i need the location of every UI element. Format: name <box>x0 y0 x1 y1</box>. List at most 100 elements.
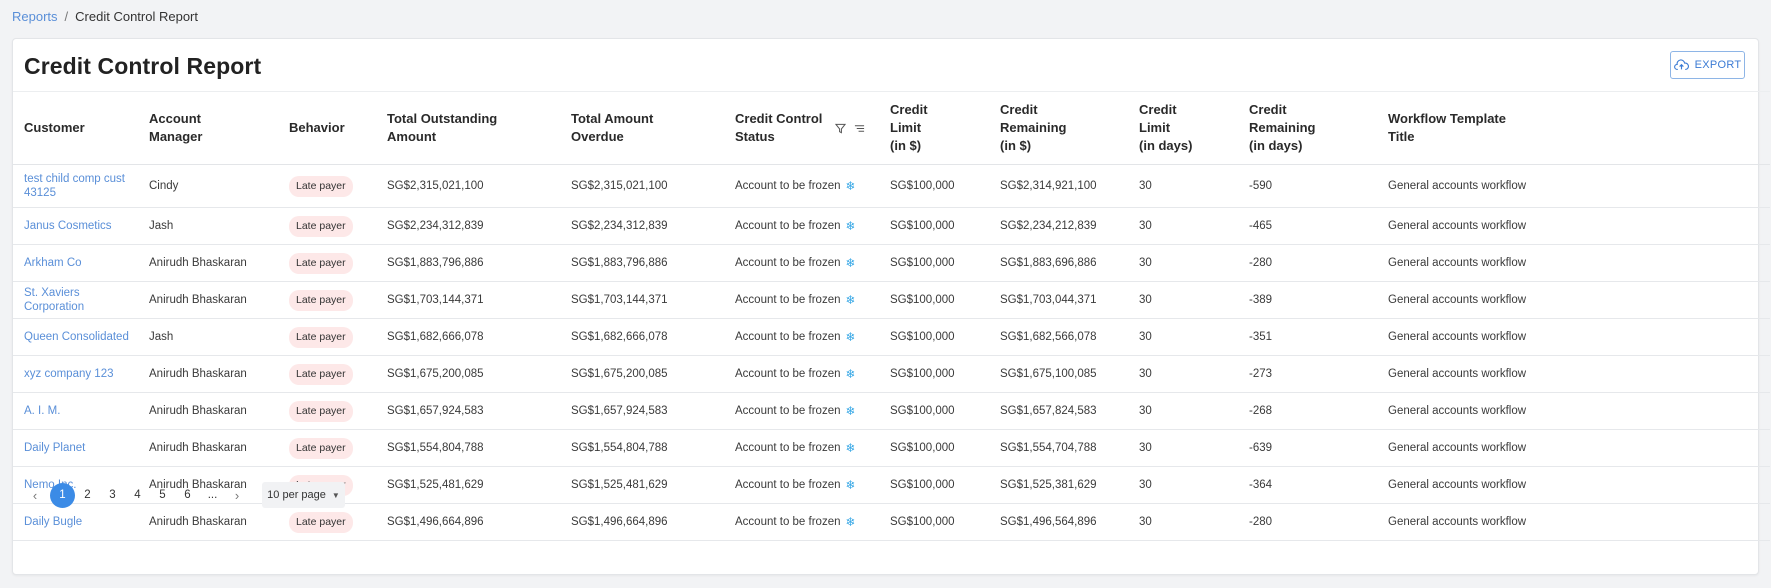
cell-credit-remaining: SG$1,525,381,629 <box>989 466 1128 504</box>
page-title: Credit Control Report <box>24 53 262 79</box>
customer-link[interactable]: Queen Consolidated <box>24 331 129 343</box>
export-button[interactable]: EXPORT <box>1670 51 1745 79</box>
cell-credit-remaining: SG$1,496,564,896 <box>989 503 1128 541</box>
cell-behavior: Late payer <box>278 318 376 356</box>
cell-credit-limit: SG$100,000 <box>879 207 989 245</box>
filter-icon[interactable] <box>835 123 846 134</box>
cell-total-outstanding: SG$2,315,021,100 <box>376 164 560 208</box>
cell-customer: test child comp cust 43125 <box>13 164 138 208</box>
cell-customer: Janus Cosmetics <box>13 207 138 245</box>
cell-credit-control-status: Account to be frozen ❄ <box>724 244 879 282</box>
cell-credit-remaining-days: -364 <box>1238 466 1377 504</box>
cell-credit-limit-days: 30 <box>1128 429 1238 467</box>
chevron-left-icon[interactable]: ‹ <box>23 483 47 507</box>
page-number-6[interactable]: 6 <box>175 483 200 508</box>
cell-credit-limit: SG$100,000 <box>879 244 989 282</box>
cell-total-overdue: SG$1,703,144,371 <box>560 281 724 319</box>
behavior-badge: Late payer <box>289 326 353 348</box>
cell-credit-limit-days: 30 <box>1128 355 1238 393</box>
snowflake-icon: ❄ <box>845 256 856 270</box>
header-total-overdue[interactable]: Total Amount Overdue <box>560 91 724 165</box>
cell-credit-limit-days: 30 <box>1128 318 1238 356</box>
page-number-3[interactable]: 3 <box>100 483 125 508</box>
table-row[interactable]: Arkham Co Anirudh Bhaskaran Late payer SG$1… <box>13 244 1770 282</box>
table-row[interactable]: A. I. M. Anirudh Bhaskaran Late payer SG$1,… <box>13 392 1770 430</box>
cell-account-manager: Anirudh Bhaskaran <box>138 429 278 467</box>
customer-link[interactable]: test child comp cust 43125 <box>24 173 125 199</box>
cell-credit-limit: SG$100,000 <box>879 429 989 467</box>
cell-total-outstanding: SG$1,496,664,896 <box>376 503 560 541</box>
chevron-right-icon[interactable]: › <box>225 483 249 507</box>
cell-total-overdue: SG$1,525,481,629 <box>560 466 724 504</box>
cell-total-overdue: SG$1,657,924,583 <box>560 392 724 430</box>
breadcrumb: Reports / Credit Control Report <box>12 9 198 25</box>
cell-credit-limit-days: 30 <box>1128 466 1238 504</box>
header-credit-control-status[interactable]: Credit Control Status <box>724 91 879 165</box>
behavior-badge: Late payer <box>289 437 353 459</box>
cell-account-manager: Cindy <box>138 164 278 208</box>
cell-behavior: Late payer <box>278 392 376 430</box>
cell-credit-remaining-days: -273 <box>1238 355 1377 393</box>
cell-behavior: Late payer <box>278 207 376 245</box>
page-number-2[interactable]: 2 <box>75 483 100 508</box>
table-row[interactable]: Janus Cosmetics Jash Late payer SG$2,234,31… <box>13 207 1770 245</box>
customer-link[interactable]: xyz company 123 <box>24 368 114 380</box>
cell-customer: Queen Consolidated <box>13 318 138 356</box>
cell-total-outstanding: SG$1,703,144,371 <box>376 281 560 319</box>
customer-link[interactable]: Janus Cosmetics <box>24 220 112 232</box>
header-credit-limit-days[interactable]: Credit Limit (in days) <box>1128 91 1238 165</box>
status-text: Account to be frozen <box>735 368 841 380</box>
behavior-badge: Late payer <box>289 215 353 237</box>
header-account-manager[interactable]: Account Manager <box>138 91 278 165</box>
header-total-outstanding[interactable]: Total Outstanding Amount <box>376 91 560 165</box>
page-number-5[interactable]: 5 <box>150 483 175 508</box>
cell-total-outstanding: SG$1,657,924,583 <box>376 392 560 430</box>
cell-total-outstanding: SG$1,883,796,886 <box>376 244 560 282</box>
page-number-1[interactable]: 1 <box>50 482 75 508</box>
table-row[interactable]: xyz company 123 Anirudh Bhaskaran Late pay… <box>13 355 1770 393</box>
cell-credit-limit-days: 30 <box>1128 503 1238 541</box>
snowflake-icon: ❄ <box>845 478 856 492</box>
page-ellipsis[interactable]: ... <box>200 483 225 508</box>
cell-credit-remaining-days: -639 <box>1238 429 1377 467</box>
table-row[interactable]: Daily Bugle Anirudh Bhaskaran Late payer SG… <box>13 503 1770 541</box>
page-number-4[interactable]: 4 <box>125 483 150 508</box>
snowflake-icon: ❄ <box>845 293 856 307</box>
table-row[interactable]: Queen Consolidated Jash Late payer SG$1,682… <box>13 318 1770 356</box>
breadcrumb-reports-link[interactable]: Reports <box>12 9 58 25</box>
customer-link[interactable]: Daily Planet <box>24 442 85 454</box>
cell-credit-limit: SG$100,000 <box>879 392 989 430</box>
customer-link[interactable]: St. Xaviers Corporation <box>24 287 84 313</box>
customer-link[interactable]: Arkham Co <box>24 257 82 269</box>
sort-icon[interactable] <box>854 123 865 134</box>
per-page-select[interactable]: 10 per page ▼ <box>262 482 345 508</box>
snowflake-icon: ❄ <box>845 404 856 418</box>
cell-credit-limit: SG$100,000 <box>879 466 989 504</box>
table-row[interactable]: St. Xaviers Corporation Anirudh Bhaskaran… <box>13 281 1770 319</box>
caret-down-icon: ▼ <box>331 490 340 500</box>
customer-link[interactable]: A. I. M. <box>24 405 60 417</box>
cell-total-overdue: SG$2,315,021,100 <box>560 164 724 208</box>
customer-link[interactable]: Daily Bugle <box>24 516 82 528</box>
cell-credit-limit-days: 30 <box>1128 244 1238 282</box>
cell-credit-remaining: SG$1,883,696,886 <box>989 244 1128 282</box>
cell-credit-limit-days: 30 <box>1128 207 1238 245</box>
header-credit-remaining-days[interactable]: Credit Remaining (in days) <box>1238 91 1377 165</box>
snowflake-icon: ❄ <box>845 330 856 344</box>
cell-total-outstanding: SG$1,554,804,788 <box>376 429 560 467</box>
cell-credit-remaining-days: -590 <box>1238 164 1377 208</box>
table-row[interactable]: test child comp cust 43125 Cindy Late paye… <box>13 164 1770 208</box>
header-behavior[interactable]: Behavior <box>278 91 376 165</box>
cell-credit-remaining: SG$1,675,100,085 <box>989 355 1128 393</box>
status-text: Account to be frozen <box>735 331 841 343</box>
header-customer[interactable]: Customer <box>13 91 138 165</box>
header-credit-limit[interactable]: Credit Limit (in $) <box>879 91 989 165</box>
status-text: Account to be frozen <box>735 180 841 192</box>
table-row[interactable]: Daily Planet Anirudh Bhaskaran Late payer S… <box>13 429 1770 467</box>
status-text: Account to be frozen <box>735 257 841 269</box>
header-workflow-template[interactable]: Workflow Template Title <box>1377 91 1770 165</box>
header-credit-remaining[interactable]: Credit Remaining (in $) <box>989 91 1128 165</box>
cell-customer: Arkham Co <box>13 244 138 282</box>
snowflake-icon: ❄ <box>845 219 856 233</box>
cell-credit-limit: SG$100,000 <box>879 355 989 393</box>
